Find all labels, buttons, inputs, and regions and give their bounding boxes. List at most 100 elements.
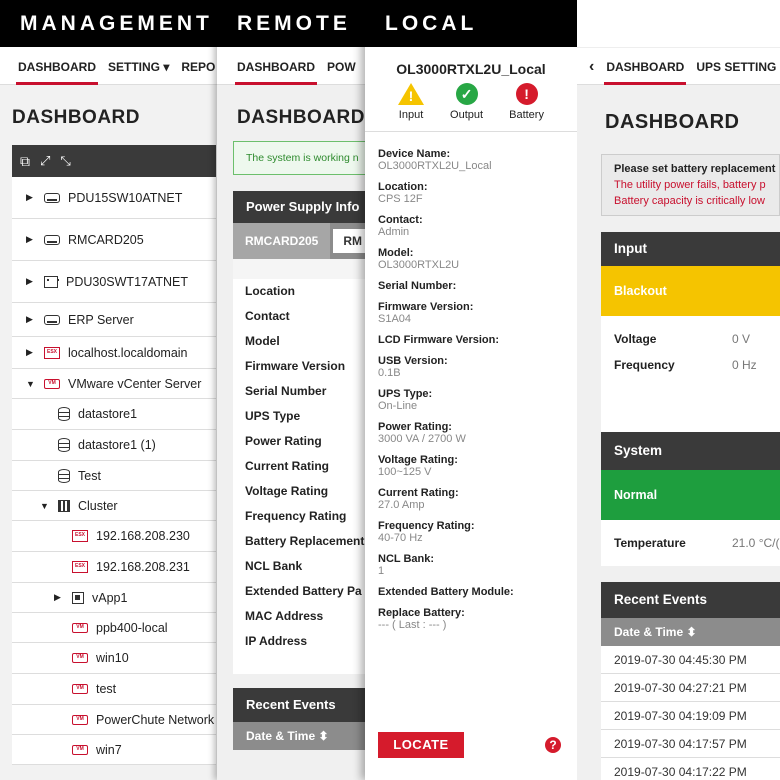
events-table: 2019-07-30 04:45:30 PM 2019-07-30 04:27:2… [601,646,780,780]
detail-value: CPS 12F [378,193,423,205]
caret-right-icon[interactable]: ▶ [26,276,36,287]
warning-box: Please set battery replacement The utili… [601,154,780,216]
tree-item[interactable]: ▼ VM VMware vCenter Server [12,369,216,399]
locate-button[interactable]: LOCATE [378,732,464,758]
detail-value: 0.1B [378,367,401,379]
tree-item[interactable]: VM win10 [12,643,216,674]
tree-item[interactable]: VM win7 [12,735,216,765]
tree-item-label: win7 [96,742,122,757]
expand-icon[interactable]: ⤢ [40,153,50,169]
tree-item[interactable]: ▶ RMCARD205 [12,219,216,261]
power-supply-heading: Power Supply Info [233,191,377,223]
tree-item[interactable]: ▶ PDU15SW10ATNET [12,177,216,219]
collapse-icon[interactable]: ⤡ [60,153,70,169]
tree-item[interactable]: datastore1 (1) [12,430,216,461]
date-time-column[interactable]: Date & Time ⬍ [601,618,780,646]
tab-dashboard[interactable]: DASHBOARD [600,47,690,85]
tab-ups-setting[interactable]: UPS SETTING [690,47,780,85]
vm-icon: VM [72,622,88,633]
tree-item[interactable]: ESX 192.168.208.230 [12,521,216,552]
tree-item[interactable]: datastore1 [12,399,216,430]
detail-label: Extended Battery Module: [378,586,514,598]
tree-item-label: PowerChute Network [96,712,215,727]
info-label: Voltage Rating [245,484,329,498]
tree-item-label: PDU30SWT17ATNET [66,274,189,289]
tab-setting[interactable]: SETTING ▾ [102,47,175,85]
info-label: Location [245,284,295,298]
tree-item-label: VMware vCenter Server [68,376,202,391]
table-row: 2019-07-30 04:45:30 PM [601,646,780,674]
input-heading: Input [601,232,780,266]
tree-item[interactable]: ▶ PDU30SWT17ATNET [12,261,216,303]
device-title: OL3000RTXL2U_Local [396,61,546,77]
detail-label: Contact: [378,214,423,226]
tree-item[interactable]: VM ppb400-local [12,613,216,643]
detail-value: On-Line [378,400,418,412]
page-title: DASHBOARD [605,111,740,133]
caret-right-icon[interactable]: ▶ [26,347,36,358]
vm-icon: VM [72,744,88,755]
detail-label: Frequency Rating: [378,520,475,532]
warning-title: Please set battery replacement [614,163,776,175]
tab-dashboard[interactable]: DASHBOARD [12,47,102,85]
detail-label: Firmware Version: [378,301,474,313]
detail-label: Device Name: [378,148,451,160]
reading-row: Temperature 21.0 °C/( [601,530,780,556]
tab-power[interactable]: POW [321,47,362,85]
dashboard-panel: ‹ DASHBOARD UPS SETTING DASHBOARD Please… [577,0,780,780]
local-title: LOCAL [365,0,577,47]
info-label: NCL Bank [245,559,303,573]
detail-value: OL3000RTXL2U_Local [378,160,492,172]
tree-item-label: 192.168.208.231 [96,560,190,574]
detail-value: --- ( Last : --- ) [378,619,447,631]
tree-item[interactable]: ▼ Cluster [12,491,216,521]
tree-item[interactable]: ▶ vApp1 [12,583,216,613]
alert-icon: ! [515,83,538,105]
tree-item-label: Test [78,468,101,483]
tree-item[interactable]: ESX 192.168.208.231 [12,552,216,583]
management-title: MANAGEMENT [0,0,220,47]
tree-item[interactable]: VM test [12,674,216,705]
server-icon [44,234,60,245]
status-output: ✓ Output [450,83,483,121]
table-row: 2019-07-30 04:17:22 PM [601,758,780,780]
status-input: ! Input [398,83,425,121]
caret-right-icon[interactable]: ▶ [26,314,36,325]
back-chevron-icon[interactable]: ‹ [583,47,600,85]
info-label: Contact [245,309,290,323]
detail-label: NCL Bank: [378,553,435,565]
check-icon: ✓ [455,83,478,105]
system-status: Normal [601,470,780,520]
warning-icon: ! [398,83,425,105]
tab-report[interactable]: REPO [175,47,220,85]
pdu-icon [44,275,59,288]
tree-item[interactable]: ▶ ESX localhost.localdomain [12,337,216,369]
server-icon [44,314,60,325]
tree-item[interactable]: VM PowerChute Network [12,705,216,735]
status-message: The system is working n [233,141,377,175]
detail-label: Model: [378,247,414,259]
tree-item[interactable]: Test [12,461,216,491]
vm-icon: VM [72,653,88,663]
date-time-column[interactable]: Date & Time ⬍ [233,722,377,750]
reading-label: Temperature [614,536,686,550]
add-device-icon[interactable]: ⧉ [20,153,30,170]
caret-right-icon[interactable]: ▶ [54,592,64,603]
help-icon[interactable]: ? [545,737,561,753]
status-label: Input [398,109,424,121]
tab-rmcard205[interactable]: RMCARD205 [233,223,331,259]
esx-icon: ESX [72,561,88,573]
caret-down-icon[interactable]: ▼ [26,379,36,389]
info-label: Current Rating [245,459,329,473]
reading-value: 21.0 °C/( [732,536,780,550]
detail-value: 1 [378,565,385,577]
detail-label: Serial Number: [378,280,457,292]
tree-item[interactable]: ▶ ERP Server [12,303,216,337]
caret-right-icon[interactable]: ▶ [26,192,36,203]
caret-right-icon[interactable]: ▶ [26,234,36,245]
warning-line: Battery capacity is critically low [614,195,765,207]
caret-down-icon[interactable]: ▼ [40,501,50,511]
tree-item-label: PDU15SW10ATNET [68,190,183,205]
tree-item-label: test [96,682,117,696]
tab-dashboard[interactable]: DASHBOARD [231,47,321,85]
